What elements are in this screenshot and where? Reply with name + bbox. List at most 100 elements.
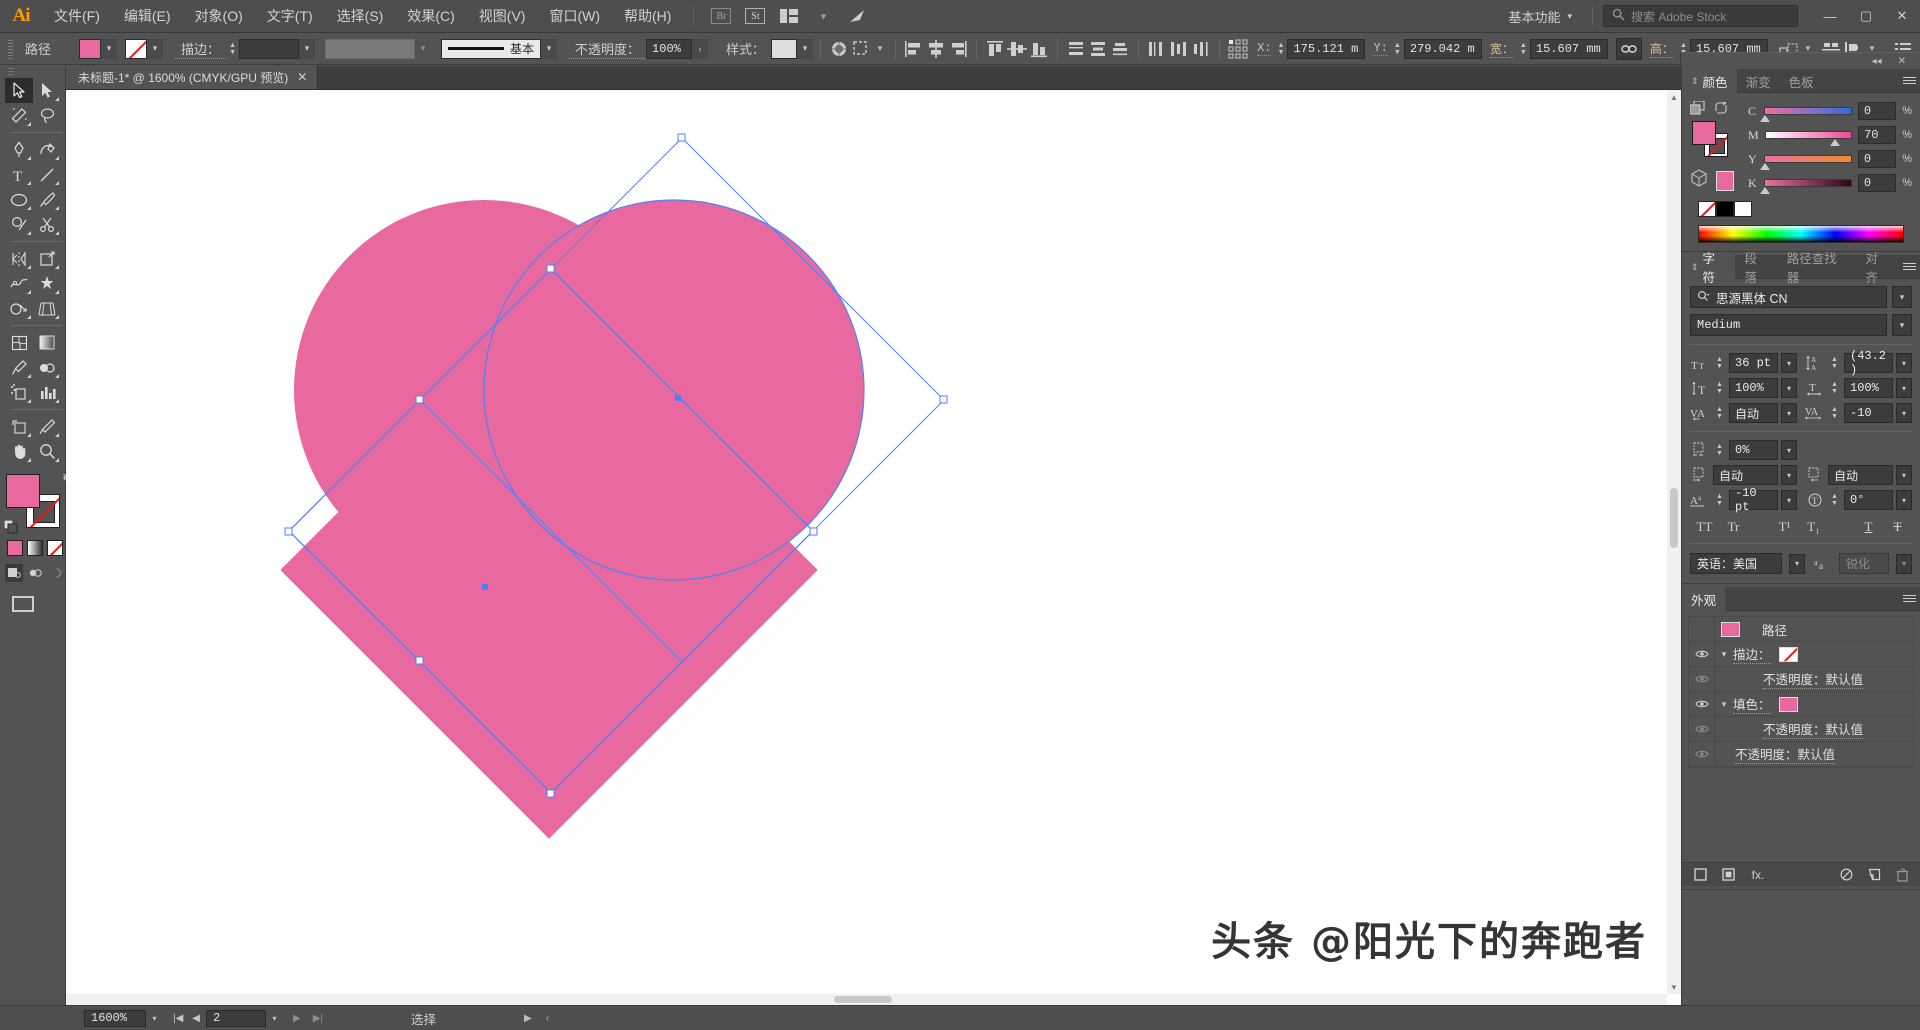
baseline-shift-stepper[interactable]: ▲▼ [1713, 490, 1726, 510]
appearance-row-fill[interactable]: ▾ 填色： [1689, 692, 1913, 717]
distribute-top-icon[interactable] [1065, 38, 1087, 60]
y-field[interactable]: 279.042 m [1404, 39, 1482, 59]
add-new-fill-icon[interactable] [1720, 867, 1736, 883]
tab-pathfinder[interactable]: 路径查找器 [1778, 255, 1857, 279]
shaper-tool[interactable] [5, 212, 33, 237]
control-bar-gripper[interactable] [6, 38, 15, 60]
character-rotation-chevron-down-icon[interactable]: ▾ [1896, 490, 1912, 510]
tsume-stepper[interactable]: ▲▼ [1713, 440, 1726, 460]
vertical-scale-field[interactable]: 100% [1729, 378, 1778, 398]
align-bottom-icon[interactable] [1028, 38, 1050, 60]
font-family-input[interactable]: 思源黑体 CN [1690, 286, 1887, 308]
shape-builder-tool[interactable] [5, 296, 33, 321]
distribute-center-vertical-icon[interactable] [1168, 38, 1190, 60]
artboard-chevron-down-icon[interactable]: ▾ [266, 1010, 283, 1027]
leading-stepper[interactable]: ▲▼ [1828, 353, 1841, 373]
font-size-field[interactable]: 36 pt [1729, 353, 1778, 373]
appearance-fill-opacity-label[interactable]: 不透明度：默认值 [1763, 719, 1863, 739]
add-new-effect-icon[interactable]: fx. [1748, 867, 1768, 883]
tab-character[interactable]: ⇕ 字符 [1682, 255, 1735, 279]
recolor-artwork-icon[interactable] [828, 38, 850, 60]
stock-icon[interactable]: St [742, 6, 768, 26]
distribute-right-icon[interactable] [1190, 38, 1212, 60]
opacity-label[interactable]: 不透明度： [569, 39, 646, 59]
menu-help[interactable]: 帮助(H) [612, 0, 683, 33]
aki-after-field[interactable]: 自动 [1828, 465, 1893, 485]
appearance-row-fill-opacity[interactable]: 不透明度：默认值 [1689, 717, 1913, 742]
stroke-weight-label[interactable]: 描边： [175, 39, 226, 59]
slice-tool[interactable] [33, 414, 61, 439]
draw-inside-icon[interactable] [47, 564, 65, 582]
underline-button[interactable]: T [1854, 519, 1883, 535]
type-tool[interactable]: T [5, 162, 33, 187]
zoom-chevron-down-icon[interactable]: ▾ [146, 1010, 163, 1027]
fill-color-swatch[interactable] [6, 474, 40, 508]
current-color-swatch[interactable] [1716, 171, 1734, 191]
color-panel-menu-icon[interactable] [1898, 69, 1920, 92]
artboard-number-field[interactable]: 2 [206, 1010, 266, 1027]
ellipse-tool[interactable] [5, 187, 33, 212]
stroke-opacity-eye-icon[interactable] [1689, 667, 1715, 692]
fill-stroke-stack-icon[interactable] [1690, 101, 1706, 118]
character-panel-menu-icon[interactable] [1899, 255, 1920, 278]
width-stepper[interactable]: ▲▼ [1517, 39, 1530, 59]
stroke-profile-group[interactable]: ▾ [325, 39, 431, 59]
hand-tool[interactable] [5, 439, 33, 464]
slider-track-m[interactable] [1765, 131, 1852, 139]
delete-item-icon[interactable] [1894, 867, 1910, 883]
default-fill-stroke-icon[interactable] [4, 520, 18, 534]
x-field[interactable]: 175.121 m [1287, 39, 1365, 59]
appearance-row-stroke-opacity[interactable]: 不透明度：默认值 [1689, 667, 1913, 692]
character-rotation-stepper[interactable]: ▲▼ [1828, 490, 1841, 510]
font-style-input[interactable]: Medium [1690, 314, 1887, 336]
h-scroll-thumb[interactable] [834, 996, 892, 1003]
kerning-stepper[interactable]: ▲▼ [1713, 403, 1726, 423]
appearance-row-path[interactable]: ◉ 路径 [1689, 617, 1913, 642]
font-style-chevron-down-icon[interactable]: ▾ [1892, 314, 1912, 336]
sync-settings-icon[interactable] [844, 6, 870, 26]
fill-expand-chevron-down-icon[interactable]: ▾ [1715, 699, 1733, 710]
last-artboard-icon[interactable]: ▶| [313, 1013, 323, 1024]
scissors-tool[interactable] [33, 212, 61, 237]
transform-chevron-down-icon[interactable]: ▾ [872, 39, 888, 59]
scroll-up-icon[interactable]: ▲ [1667, 90, 1681, 104]
stroke-swatch-none[interactable] [1779, 647, 1798, 662]
zoom-level-field[interactable]: 1600% [84, 1010, 146, 1027]
horizontal-scale-chevron-down-icon[interactable]: ▾ [1896, 378, 1912, 398]
arrange-chevron-down-icon[interactable]: ▾ [810, 6, 836, 26]
symbol-sprayer-tool[interactable] [5, 380, 33, 405]
appearance-stroke-opacity-label[interactable]: 不透明度：默认值 [1763, 669, 1863, 689]
appearance-panel-menu-icon[interactable] [1898, 587, 1920, 610]
kerning-chevron-down-icon[interactable]: ▾ [1781, 403, 1797, 423]
stroke-weight-stepper[interactable]: ▲▼ [226, 39, 239, 59]
tab-color[interactable]: ⇕ 颜色 [1682, 69, 1737, 93]
close-icon[interactable]: ✕ [297, 70, 307, 84]
object-opacity-eye-icon[interactable] [1689, 742, 1715, 767]
appearance-row-object-opacity[interactable]: 不透明度：默认值 [1689, 742, 1913, 767]
stroke-expand-chevron-down-icon[interactable]: ▾ [1715, 649, 1733, 660]
draw-normal-icon[interactable] [5, 564, 23, 582]
aki-after-chevron-down-icon[interactable]: ▾ [1896, 465, 1912, 485]
maximize-button[interactable]: ▢ [1848, 0, 1884, 33]
font-size-chevron-down-icon[interactable]: ▾ [1781, 353, 1797, 373]
tab-paragraph[interactable]: 段落 [1735, 255, 1777, 279]
add-new-stroke-icon[interactable] [1692, 867, 1708, 883]
language-chevron-down-icon[interactable]: ▾ [1789, 554, 1805, 574]
next-artboard-icon[interactable]: ▶ [293, 1013, 301, 1024]
appearance-fill-label[interactable]: 填色： [1733, 694, 1771, 714]
aki-before-chevron-down-icon[interactable]: ▾ [1781, 465, 1797, 485]
distribute-center-icon[interactable] [1087, 38, 1109, 60]
direct-selection-tool[interactable] [33, 78, 61, 103]
canvas-area[interactable]: 头条 @阳光下的奔跑者 ▲ ▼ [66, 90, 1681, 1005]
channel-value-y[interactable]: 0 [1858, 150, 1896, 168]
font-family-chevron-down-icon[interactable]: ▾ [1892, 286, 1912, 308]
canvas-vertical-scrollbar[interactable]: ▲ ▼ [1667, 90, 1681, 994]
graphic-style-swatch[interactable] [771, 39, 797, 59]
color-panel-fill-swatch[interactable] [1692, 121, 1716, 145]
menu-file[interactable]: 文件(F) [42, 0, 112, 33]
distribute-bottom-icon[interactable] [1109, 38, 1131, 60]
tab-appearance[interactable]: 外观 [1682, 587, 1725, 611]
menu-select[interactable]: 选择(S) [325, 0, 396, 33]
scale-tool[interactable] [33, 246, 61, 271]
stroke-swatch-group[interactable]: ▾ [125, 39, 163, 59]
